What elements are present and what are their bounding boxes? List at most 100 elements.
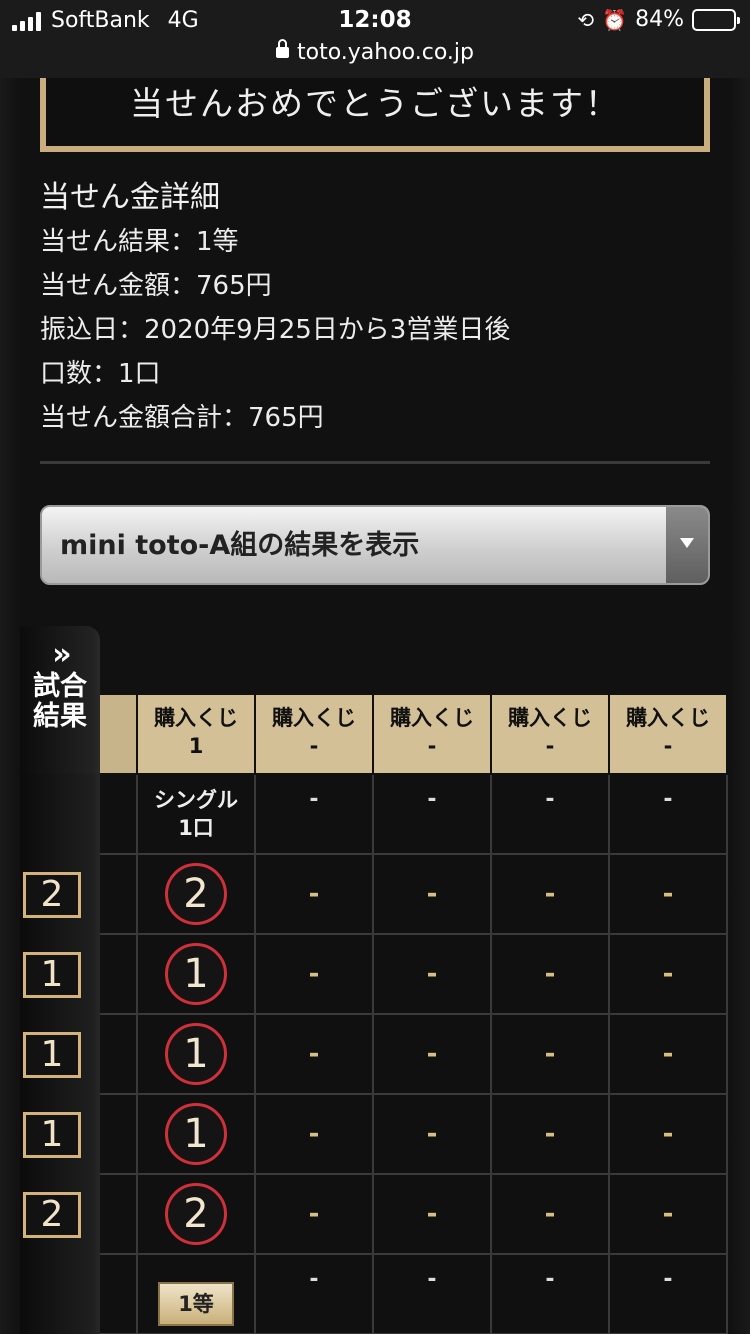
match-pick-cell: - (256, 935, 374, 1015)
prize-details: 当せん金詳細 当せん結果：1等 当せん金額：765円 振込日：2020年9月25… (40, 176, 710, 440)
prize-rank-badge: 1等 (158, 1282, 234, 1326)
match-pick-cell: 1 (138, 1015, 256, 1095)
match-pick-cell: - (374, 1015, 492, 1095)
total-amount: 当せん金額合計：765円 (40, 403, 324, 433)
ticket-header-number: - (427, 734, 437, 758)
match-result-box: 1 (23, 952, 81, 998)
rotation-lock-icon: ⟲ (577, 7, 595, 32)
winning-pick-circle: 1 (165, 943, 227, 1005)
empty-pick-dash: - (426, 1199, 438, 1229)
ticket-header-number: - (309, 734, 319, 758)
ticket-header-4: 購入くじ - (492, 695, 610, 775)
match-row-spacer (100, 935, 138, 1015)
ticket-header-label: 購入くじ (272, 706, 356, 730)
tab-label-line2: 結果 (33, 701, 87, 732)
empty-dash: - (663, 786, 673, 812)
empty-dash: - (427, 1266, 437, 1292)
match-pick-cell: - (374, 935, 492, 1015)
address-bar[interactable]: toto.yahoo.co.jp (0, 39, 750, 65)
status-right: ⟲ ⏰ 84% (577, 7, 740, 32)
ticket-header-2: 購入くじ - (256, 695, 374, 775)
ticket-header-label: 購入くじ (508, 706, 592, 730)
divider (40, 461, 710, 464)
ticket-header-number: - (663, 734, 673, 758)
winning-pick-circle: 1 (165, 1103, 227, 1165)
empty-dash: - (427, 786, 437, 812)
ticket-header-label: 購入くじ (390, 706, 474, 730)
empty-pick-dash: - (426, 1039, 438, 1069)
match-result-box: 2 (23, 872, 81, 918)
match-pick-cell: 2 (138, 1175, 256, 1255)
empty-dash: - (663, 1266, 673, 1292)
match-pick-cell: - (492, 855, 610, 935)
match-pick-cell: - (610, 1095, 728, 1175)
match-pick-cell: 1 (138, 935, 256, 1015)
ticket-unit-count: 1口 (178, 816, 214, 840)
select-value: mini toto-A組の結果を表示 (60, 530, 420, 561)
match-pick-cell: 2 (138, 855, 256, 935)
match-pick-cell: - (610, 855, 728, 935)
empty-pick-dash: - (308, 1199, 320, 1229)
match-pick-cell: - (610, 1175, 728, 1255)
tab-label-line1: 試合 (33, 671, 87, 702)
match-result-box: 2 (23, 1192, 81, 1238)
ticket-type-cell: - (256, 775, 374, 855)
transfer-date: 振込日：2020年9月25日から3営業日後 (40, 315, 511, 345)
ticket-header-label: 購入くじ (626, 706, 710, 730)
status-bar: SoftBank 4G 12:08 ⟲ ⏰ 84% toto.yahoo.co.… (0, 0, 750, 78)
type-spacer (100, 775, 138, 855)
prize-cell: - (492, 1255, 610, 1334)
prize-row-spacer (100, 1255, 138, 1334)
details-heading: 当せん金詳細 (40, 180, 220, 215)
winning-amount: 当せん金額：765円 (40, 271, 272, 301)
empty-pick-dash: - (662, 1119, 674, 1149)
match-pick-cell: - (610, 1015, 728, 1095)
ticket-header-number: - (545, 734, 555, 758)
match-pick-cell: - (374, 1095, 492, 1175)
match-row-spacer (100, 1015, 138, 1095)
empty-pick-dash: - (544, 1199, 556, 1229)
url-text: toto.yahoo.co.jp (297, 40, 474, 65)
match-pick-cell: - (256, 1015, 374, 1095)
match-pick-cell: - (492, 1175, 610, 1255)
empty-dash: - (309, 1266, 319, 1292)
match-row-spacer (100, 1175, 138, 1255)
ticket-type-cell: - (492, 775, 610, 855)
battery-icon (692, 8, 740, 31)
empty-pick-dash: - (308, 959, 320, 989)
match-result-box: 1 (23, 1112, 81, 1158)
empty-pick-dash: - (544, 879, 556, 909)
ticket-header-3: 購入くじ - (374, 695, 492, 775)
winning-pick-circle: 2 (165, 863, 227, 925)
match-results-tab[interactable]: » 試合 結果 (20, 626, 100, 774)
prize-cell: - (610, 1255, 728, 1334)
empty-pick-dash: - (308, 1119, 320, 1149)
match-pick-cell: - (492, 1095, 610, 1175)
match-pick-cell: - (374, 855, 492, 935)
match-pick-cell: - (256, 1095, 374, 1175)
match-pick-cell: - (610, 935, 728, 1015)
empty-pick-dash: - (662, 1199, 674, 1229)
empty-pick-dash: - (426, 959, 438, 989)
match-pick-cell: - (256, 1175, 374, 1255)
winning-pick-circle: 1 (165, 1023, 227, 1085)
match-pick-cell: - (492, 935, 610, 1015)
header-spacer (100, 695, 138, 775)
result-group-select[interactable]: mini toto-A組の結果を表示 (40, 505, 710, 585)
match-pick-cell: - (256, 855, 374, 935)
match-pick-cell: 1 (138, 1095, 256, 1175)
empty-dash: - (545, 1266, 555, 1292)
battery-percent: 84% (635, 7, 684, 32)
empty-pick-dash: - (426, 879, 438, 909)
ticket-type-label: シングル 1口 (154, 786, 238, 842)
prize-cell: - (374, 1255, 492, 1334)
match-result-box: 1 (23, 1032, 81, 1078)
ticket-header-1: 購入くじ 1 (138, 695, 256, 775)
empty-pick-dash: - (662, 879, 674, 909)
prize-cell: - (256, 1255, 374, 1334)
empty-pick-dash: - (662, 1039, 674, 1069)
ticket-header-5: 購入くじ - (610, 695, 728, 775)
empty-pick-dash: - (544, 1039, 556, 1069)
ticket-type-cell: - (374, 775, 492, 855)
match-pick-cell: - (492, 1015, 610, 1095)
